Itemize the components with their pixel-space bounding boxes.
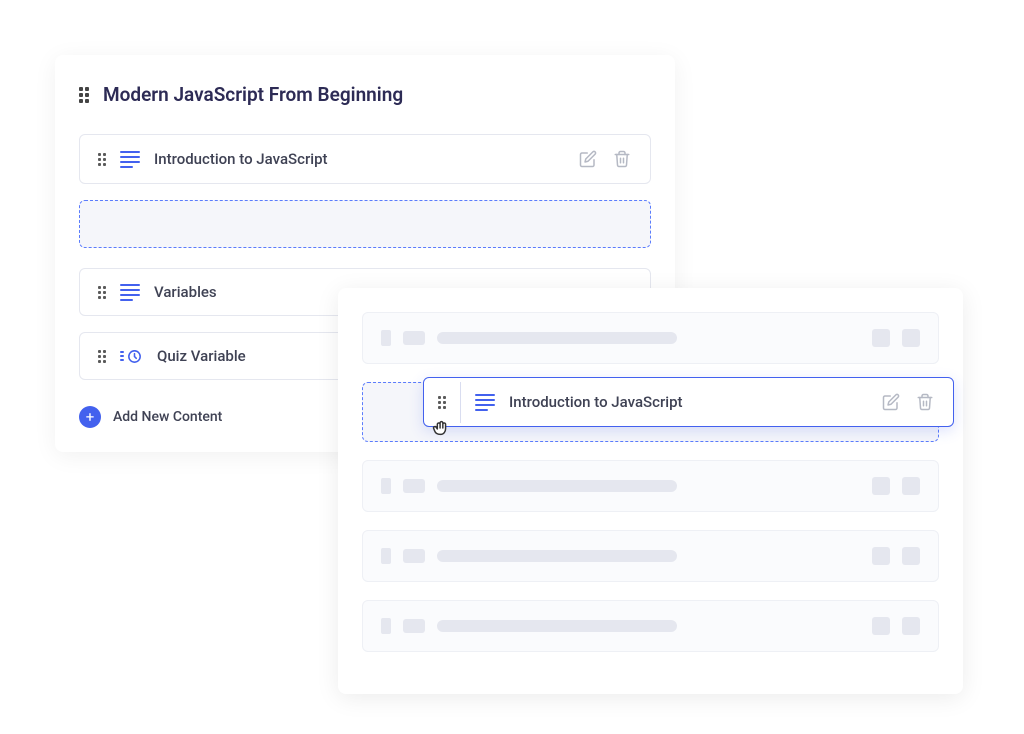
content-title: Introduction to JavaScript [509,393,867,411]
lesson-icon [475,394,495,411]
drag-handle-icon[interactable] [98,286,106,299]
placeholder-row [362,600,939,652]
edit-button[interactable] [881,392,901,412]
placeholder-row [362,460,939,512]
dragging-content-row[interactable]: Introduction to JavaScript [423,377,954,427]
row-actions [881,392,935,412]
drop-target-panel: Introduction to JavaScript [338,288,963,694]
plus-icon: + [79,406,101,428]
panel-title: Modern JavaScript From Beginning [103,83,403,106]
drop-zone[interactable] [79,200,651,248]
quiz-icon [120,348,143,365]
drag-handle-icon[interactable] [98,153,106,166]
panel-header: Modern JavaScript From Beginning [79,83,651,106]
content-row[interactable]: Introduction to JavaScript [79,134,651,184]
placeholder-row [362,530,939,582]
drop-zone[interactable]: Introduction to JavaScript [362,382,939,442]
placeholder-row [362,312,939,364]
content-title: Introduction to JavaScript [154,150,564,168]
row-actions [578,149,632,169]
lesson-icon [120,151,140,168]
drag-handle-icon[interactable] [79,87,89,103]
drag-handle-icon[interactable] [438,396,446,409]
lesson-icon [120,284,140,301]
add-content-label: Add New Content [113,409,222,425]
delete-button[interactable] [612,149,632,169]
edit-button[interactable] [578,149,598,169]
drag-handle-icon[interactable] [98,350,106,363]
delete-button[interactable] [915,392,935,412]
grab-cursor-icon [430,417,452,439]
